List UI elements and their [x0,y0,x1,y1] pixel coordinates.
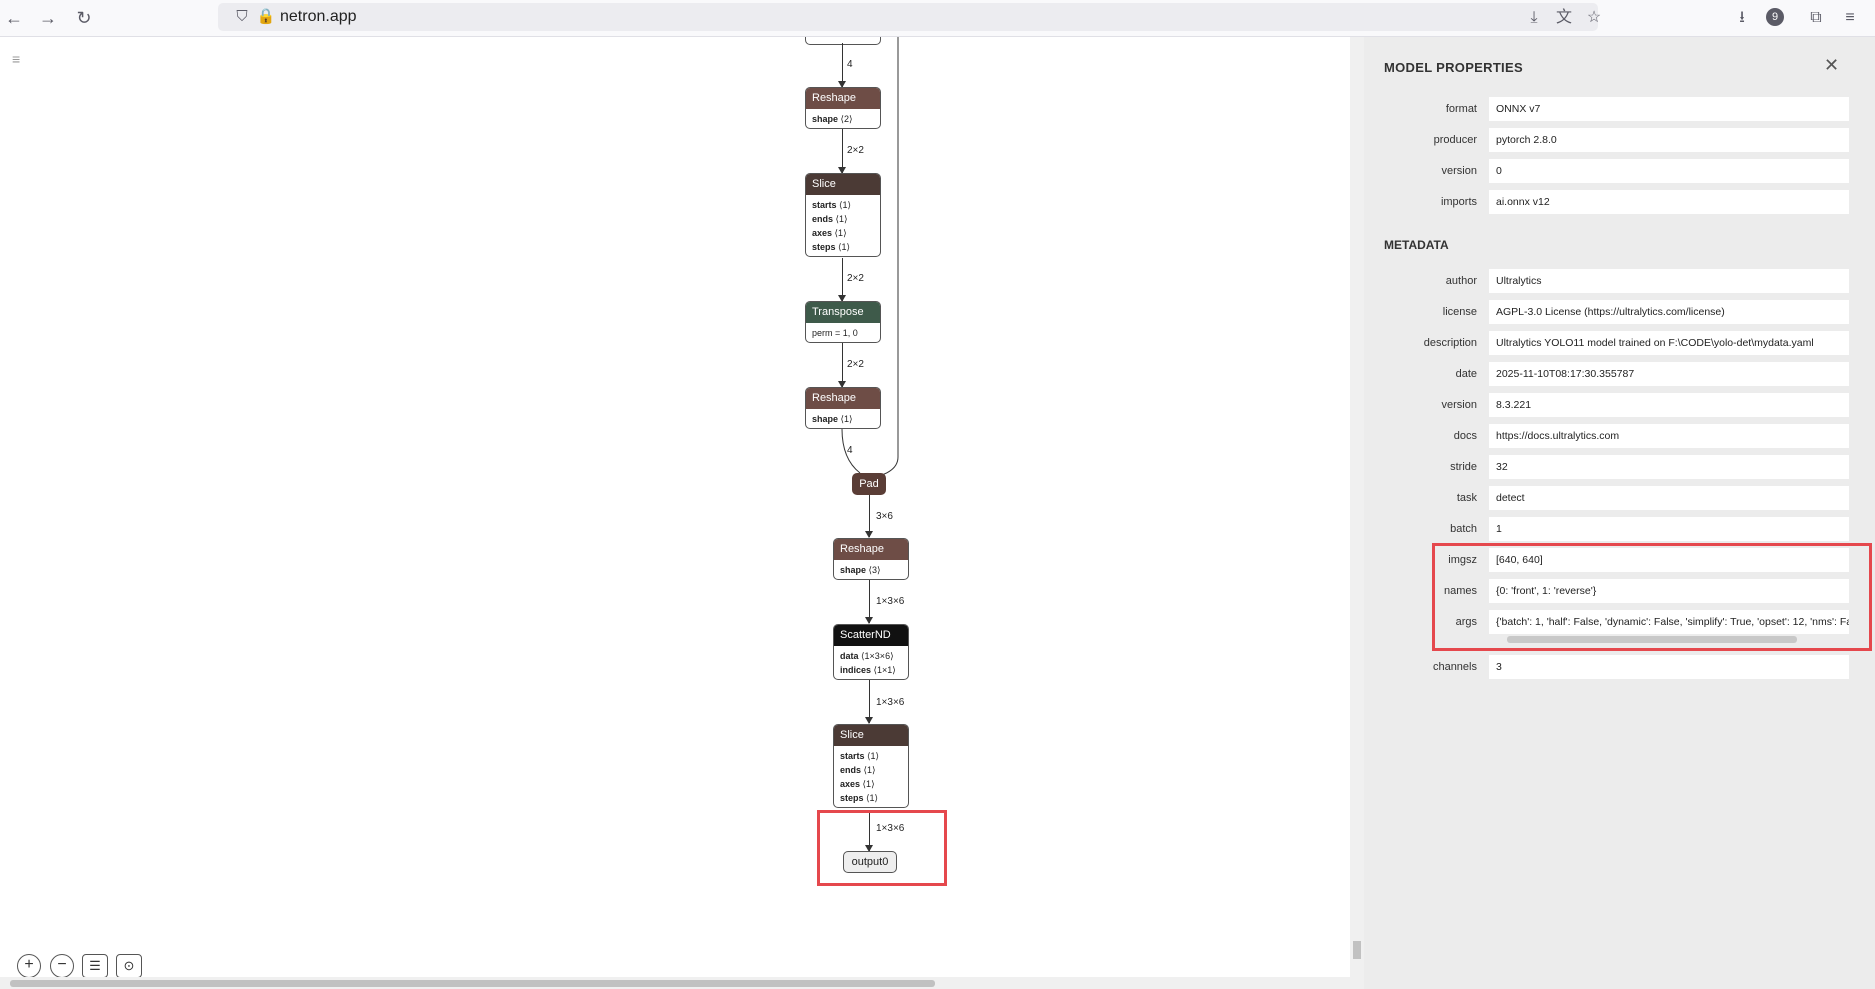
property-label: version [1441,165,1477,177]
model-properties-panel: MODEL PROPERTIES ✕ format ONNX v7 producer… [1364,37,1875,989]
menu-icon[interactable]: ≡ [1838,6,1862,30]
node-title: Reshape [806,88,880,109]
property-value[interactable]: detect [1489,486,1849,510]
edge-label: 1×3×6 [876,596,905,607]
edge-label: 4 [847,445,853,456]
property-value[interactable]: Ultralytics [1489,269,1849,293]
node-title: Slice [834,725,908,746]
node-attrs: shape ⟨2⟩ [806,109,880,128]
forward-icon[interactable]: → [36,6,60,30]
node-reshape[interactable]: Reshape shape ⟨3⟩ [833,538,909,580]
node-reshape[interactable]: Reshape shape ⟨2⟩ [805,87,881,129]
node-pad[interactable]: Pad [852,473,886,495]
property-value[interactable]: 2025-11-10T08:17:30.355787 [1489,362,1849,386]
property-label: task [1456,492,1477,504]
property-label: date [1455,368,1477,380]
property-value[interactable]: ONNX v7 [1489,97,1849,121]
node-attrs: shape ⟨1⟩ [812,414,853,424]
horizontal-scrollbar[interactable] [0,977,1350,989]
node-attrs: shape ⟨3⟩ [840,565,881,575]
sidebar-menu-icon[interactable]: ≡ [12,51,20,67]
node-title: ScatterND [834,625,908,646]
graph-canvas[interactable]: ≡ 4 Reshape shape ⟨2⟩ 2×2 Slice starts ⟨… [0,37,1350,989]
target-icon[interactable]: ⊙ [116,954,142,978]
url-text[interactable]: netron.app [280,8,357,26]
edge-label: 2×2 [847,359,864,370]
vertical-scrollbar[interactable] [1350,37,1364,989]
list-icon[interactable]: ☰ [82,954,108,978]
panel-title: MODEL PROPERTIES [1384,60,1523,75]
property-value[interactable]: ai.onnx v12 [1489,190,1849,214]
property-label: description [1423,337,1477,349]
property-value[interactable]: 3 [1489,655,1849,679]
node-reshape[interactable]: Reshape shape ⟨1⟩ [805,387,881,429]
highlight-box [817,810,947,886]
node-attrs: perm = 1, 0 [812,328,858,338]
bookmark-star-icon[interactable]: ☆ [1582,6,1606,30]
property-label: batch [1450,523,1477,535]
lock-icon[interactable]: 🔒 [256,7,276,27]
property-value[interactable]: 0 [1489,159,1849,183]
reload-icon[interactable]: ↻ [72,6,96,30]
property-label: channels [1432,661,1477,673]
edge-label: 4 [847,59,853,70]
property-label: license [1442,306,1477,318]
edge-arrow [865,531,873,538]
edge-arrow [865,717,873,724]
property-label: producer [1433,134,1477,146]
node-title: Slice [806,174,880,195]
edge-curve [841,429,861,474]
property-value[interactable]: Ultralytics YOLO11 model trained on F:\C… [1489,331,1849,355]
back-icon[interactable]: ← [2,6,26,30]
metadata-title: METADATA [1384,238,1449,252]
property-value[interactable]: 8.3.221 [1489,393,1849,417]
close-icon[interactable]: ✕ [1824,55,1839,76]
node-attrs: starts ⟨1⟩ ends ⟨1⟩ axes ⟨1⟩ steps ⟨1⟩ [812,200,852,252]
property-label: imports [1440,196,1477,208]
property-label: author [1445,275,1477,287]
node-title: Transpose [806,302,880,323]
node-attrs: data ⟨1×3×6⟩ indices ⟨1×1⟩ [840,651,896,675]
node-transpose[interactable]: Transpose perm = 1, 0 [805,301,881,343]
property-value[interactable]: pytorch 2.8.0 [1489,128,1849,152]
downloads-icon[interactable]: ⭳ [1730,6,1754,30]
node-slice[interactable]: Slice starts ⟨1⟩ ends ⟨1⟩ axes ⟨1⟩ steps… [805,173,881,257]
address-bar[interactable]: ⛉ 🔒 netron.app [218,3,1598,31]
edge-label: 2×2 [847,145,864,156]
edge-label: 3×6 [876,511,893,522]
property-value[interactable]: AGPL-3.0 License (https://ultralytics.co… [1489,300,1849,324]
translate-icon[interactable]: 文 [1552,6,1576,30]
zoom-out-icon[interactable]: − [50,954,74,978]
node-scatternd[interactable]: ScatterND data ⟨1×3×6⟩ indices ⟨1×1⟩ [833,624,909,680]
node-attrs: starts ⟨1⟩ ends ⟨1⟩ axes ⟨1⟩ steps ⟨1⟩ [840,751,880,803]
node-title: Reshape [834,539,908,560]
property-value[interactable]: 1 [1489,517,1849,541]
browser-toolbar: ← → ↻ ⛉ 🔒 netron.app ⤓ 文 ☆ ⭳ 9 ⧉ ≡ [0,0,1875,37]
property-value[interactable]: https://docs.ultralytics.com [1489,424,1849,448]
shield-icon[interactable]: ⛉ [232,7,252,27]
scrollbar-thumb[interactable] [10,980,935,987]
node-attr: shape ⟨2⟩ [812,114,853,124]
property-value[interactable]: 32 [1489,455,1849,479]
property-label: stride [1450,461,1477,473]
highlight-box [1432,543,1872,651]
scrollbar-thumb[interactable] [1353,941,1361,959]
save-page-icon[interactable]: ⤓ [1522,6,1546,30]
edge-arrow [865,617,873,624]
zoom-in-icon[interactable]: + [17,954,41,978]
edge-label: 1×3×6 [876,697,905,708]
downloads-badge: 9 [1766,8,1784,26]
node-slice[interactable]: Slice starts ⟨1⟩ ends ⟨1⟩ axes ⟨1⟩ steps… [833,724,909,808]
property-label: docs [1453,430,1477,442]
property-label: format [1445,103,1477,115]
property-label: version [1441,399,1477,411]
extensions-icon[interactable]: ⧉ [1804,6,1828,30]
node-title: Reshape [806,388,880,409]
edge-label: 2×2 [847,273,864,284]
